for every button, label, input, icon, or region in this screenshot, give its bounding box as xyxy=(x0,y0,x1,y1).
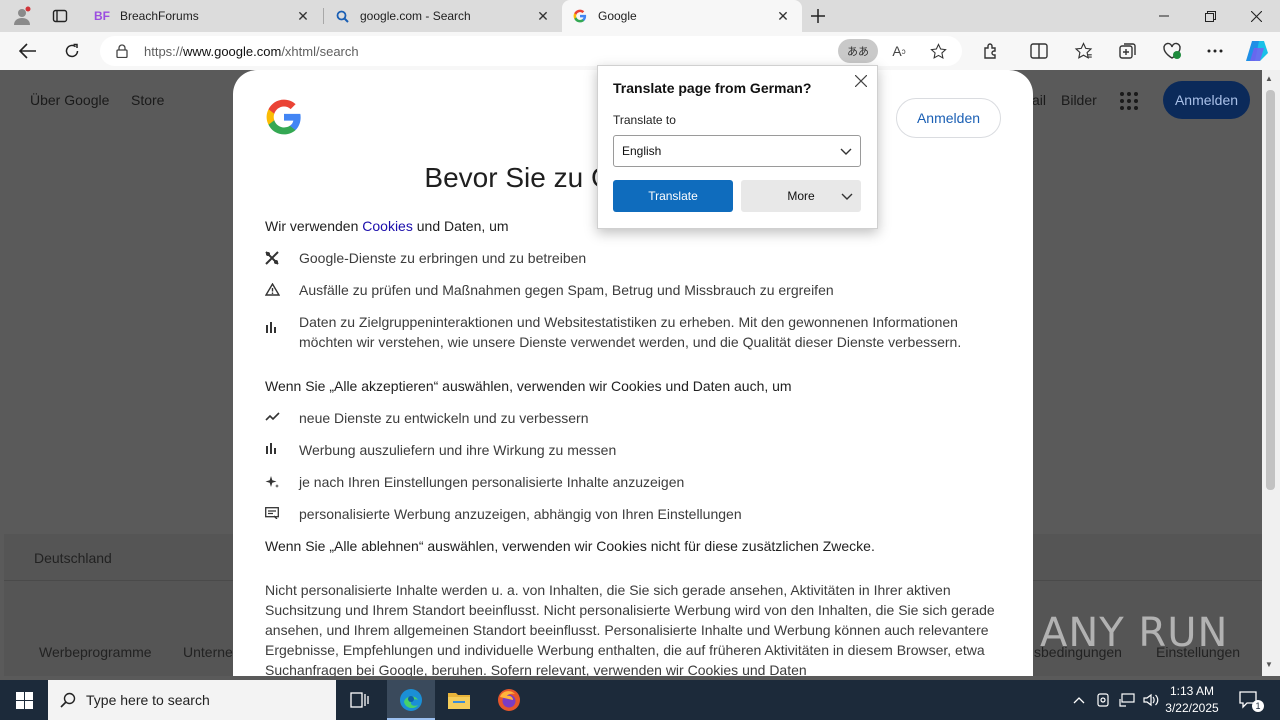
new-tab-icon[interactable] xyxy=(804,4,832,28)
tools-icon xyxy=(265,248,299,268)
reject-heading: Wenn Sie „Alle ablehnen“ auswählen, verw… xyxy=(265,538,875,554)
close-tab-icon[interactable]: ✕ xyxy=(534,7,552,25)
start-button[interactable] xyxy=(0,680,48,720)
trending-icon xyxy=(265,408,299,428)
google-logo xyxy=(265,98,303,136)
country-label: Deutschland xyxy=(34,550,112,566)
accept-heading: Wenn Sie „Alle akzeptieren“ auswählen, v… xyxy=(265,378,792,394)
tab-google-search[interactable]: google.com - Search ✕ xyxy=(324,0,562,32)
read-aloud-icon[interactable]: Aↄ xyxy=(887,40,911,62)
tab-strip: BF BreachForums ✕ google.com - Search ✕ … xyxy=(0,0,1280,32)
chevron-down-icon xyxy=(841,190,853,204)
background-signin-button[interactable]: Anmelden xyxy=(1163,81,1250,119)
translate-icon[interactable]: ああ xyxy=(838,39,878,63)
device-icon[interactable] xyxy=(1092,680,1114,720)
tab-title: Google xyxy=(598,9,637,23)
scroll-thumb[interactable] xyxy=(1266,90,1275,490)
list-item: Google-Dienste zu erbringen und zu betre… xyxy=(265,248,1005,268)
back-icon[interactable] xyxy=(13,37,43,65)
notification-badge: 1 xyxy=(1252,700,1264,712)
file-explorer-icon[interactable] xyxy=(435,680,483,720)
page-scrollbar[interactable]: ▲ ▼ xyxy=(1262,70,1280,676)
browser-essentials-icon[interactable] xyxy=(1157,37,1187,65)
tab-actions-icon[interactable] xyxy=(46,4,74,28)
task-view-icon[interactable] xyxy=(336,680,384,720)
sparkle-icon xyxy=(265,472,299,492)
footer-link-business[interactable]: Unterne xyxy=(183,644,233,660)
list-item: Daten zu Zielgruppeninteraktionen und We… xyxy=(265,312,1005,352)
list-item: personalisierte Werbung anzuzeigen, abhä… xyxy=(265,504,1005,524)
cookies-link[interactable]: Cookies xyxy=(362,218,413,234)
gmail-link[interactable]: ail xyxy=(1032,92,1046,108)
signin-button[interactable]: Anmelden xyxy=(896,98,1001,138)
warning-icon xyxy=(265,280,299,300)
close-window-icon[interactable] xyxy=(1233,0,1279,32)
bf-favicon: BF xyxy=(94,9,110,23)
scroll-up-icon[interactable]: ▲ xyxy=(1265,74,1273,83)
chevron-up-icon[interactable] xyxy=(1068,680,1090,720)
footer-link-ads[interactable]: Werbeprogramme xyxy=(39,644,152,660)
system-clock[interactable]: 1:13 AM 3/22/2025 xyxy=(1160,683,1224,717)
search-placeholder: Type here to search xyxy=(86,692,210,708)
translate-title: Translate page from German? xyxy=(613,80,812,96)
profile-icon[interactable] xyxy=(8,4,36,28)
selected-language: English xyxy=(622,144,662,158)
images-link[interactable]: Bilder xyxy=(1061,92,1097,108)
copilot-icon[interactable] xyxy=(1242,37,1272,65)
firefox-icon[interactable] xyxy=(485,680,533,720)
chevron-down-icon xyxy=(840,145,852,159)
network-icon[interactable] xyxy=(1116,680,1138,720)
google-favicon xyxy=(572,8,588,24)
refresh-icon[interactable] xyxy=(57,37,87,65)
ad-icon xyxy=(265,504,299,524)
clock-date: 3/22/2025 xyxy=(1165,701,1219,715)
favorites-icon[interactable] xyxy=(1068,37,1098,65)
tab-google[interactable]: Google ✕ xyxy=(562,0,802,32)
consent-intro: Wir verwenden Cookies und Daten, um xyxy=(265,218,509,234)
anyrun-watermark: ANY RUN xyxy=(1040,610,1229,656)
close-icon[interactable] xyxy=(852,72,870,90)
search-icon xyxy=(60,692,76,708)
tab-title: BreachForums xyxy=(120,9,199,23)
close-tab-icon[interactable]: ✕ xyxy=(294,7,312,25)
minimize-icon[interactable] xyxy=(1141,0,1187,32)
list-item: je nach Ihren Einstellungen personalisie… xyxy=(265,472,1005,492)
tab-title: google.com - Search xyxy=(360,9,471,23)
url-text[interactable]: https://www.google.com/xhtml/search xyxy=(144,44,359,59)
translate-to-label: Translate to xyxy=(613,113,676,127)
address-bar[interactable]: https://www.google.com/xhtml/search ああ A… xyxy=(100,36,962,66)
collections-icon[interactable] xyxy=(1113,37,1143,65)
extensions-icon[interactable] xyxy=(976,37,1006,65)
list-item: neue Dienste zu entwickeln und zu verbes… xyxy=(265,408,1005,428)
language-select[interactable]: English xyxy=(613,135,861,167)
translate-popup: Translate page from German? Translate to… xyxy=(597,65,878,229)
settings-more-icon[interactable] xyxy=(1200,37,1230,65)
taskbar: Type here to search 1:13 AM 3/22/2025 1 xyxy=(0,680,1280,720)
about-google-link[interactable]: Über Google xyxy=(30,92,109,108)
edge-taskbar-icon[interactable] xyxy=(387,680,435,720)
search-icon xyxy=(334,8,350,24)
list-item: Ausfälle zu prüfen und Maßnahmen gegen S… xyxy=(265,280,1005,300)
more-button[interactable]: More xyxy=(741,180,861,212)
restore-icon[interactable] xyxy=(1187,0,1233,32)
tab-breachforums[interactable]: BF BreachForums ✕ xyxy=(84,0,322,32)
list-item: Werbung auszuliefern und ihre Wirkung zu… xyxy=(265,440,1005,460)
volume-icon[interactable] xyxy=(1140,680,1162,720)
google-apps-icon[interactable] xyxy=(1120,92,1138,110)
bar-chart-icon xyxy=(265,440,299,460)
scroll-down-icon[interactable]: ▼ xyxy=(1265,660,1273,669)
split-screen-icon[interactable] xyxy=(1024,37,1054,65)
favorite-star-icon[interactable] xyxy=(926,40,950,62)
consent-paragraph: Nicht personalisierte Inhalte werden u. … xyxy=(265,582,995,676)
store-link[interactable]: Store xyxy=(131,92,164,108)
bar-chart-icon xyxy=(265,312,299,352)
lock-icon[interactable] xyxy=(100,44,144,58)
taskbar-search[interactable]: Type here to search xyxy=(48,680,336,720)
notification-icon[interactable]: 1 xyxy=(1234,680,1264,720)
clock-time: 1:13 AM xyxy=(1169,684,1215,698)
close-tab-icon[interactable]: ✕ xyxy=(774,7,792,25)
translate-button[interactable]: Translate xyxy=(613,180,733,212)
